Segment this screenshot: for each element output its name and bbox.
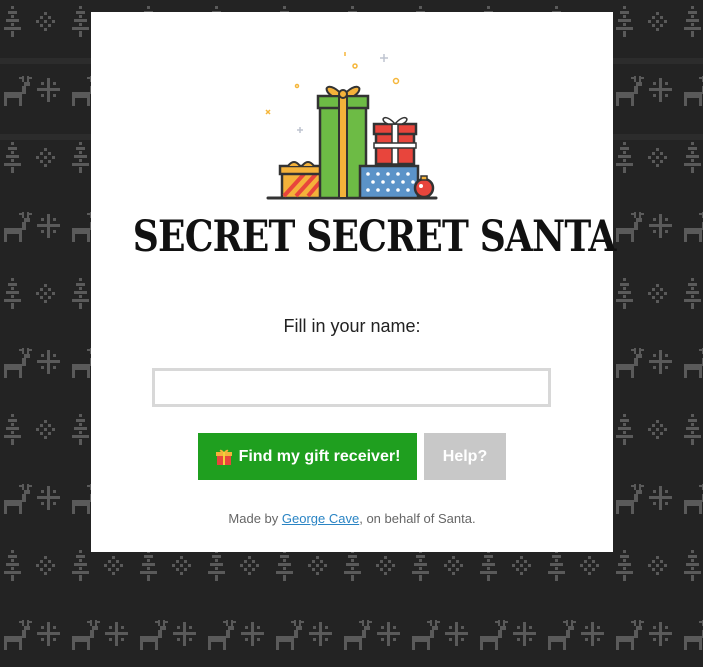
footer-made-by: Made by [228,511,282,526]
gift-icon [215,448,233,466]
find-button-label: Find my gift receiver! [238,447,401,465]
footer-credit: Made by George Cave, on behalf of Santa. [91,511,613,526]
author-link[interactable]: George Cave [282,511,359,526]
footer-suffix: , on behalf of Santa. [359,511,476,526]
main-card: SECRET SECRET SANTA Fill in your name: F… [91,12,617,552]
name-input[interactable] [152,368,551,407]
gift-boxes-illustration [265,52,438,200]
help-button[interactable]: Help? [424,433,506,480]
find-gift-receiver-button[interactable]: Find my gift receiver! [198,433,417,480]
name-prompt-label: Fill in your name: [283,316,421,336]
page-title: SECRET SECRET SANTA [132,212,617,262]
